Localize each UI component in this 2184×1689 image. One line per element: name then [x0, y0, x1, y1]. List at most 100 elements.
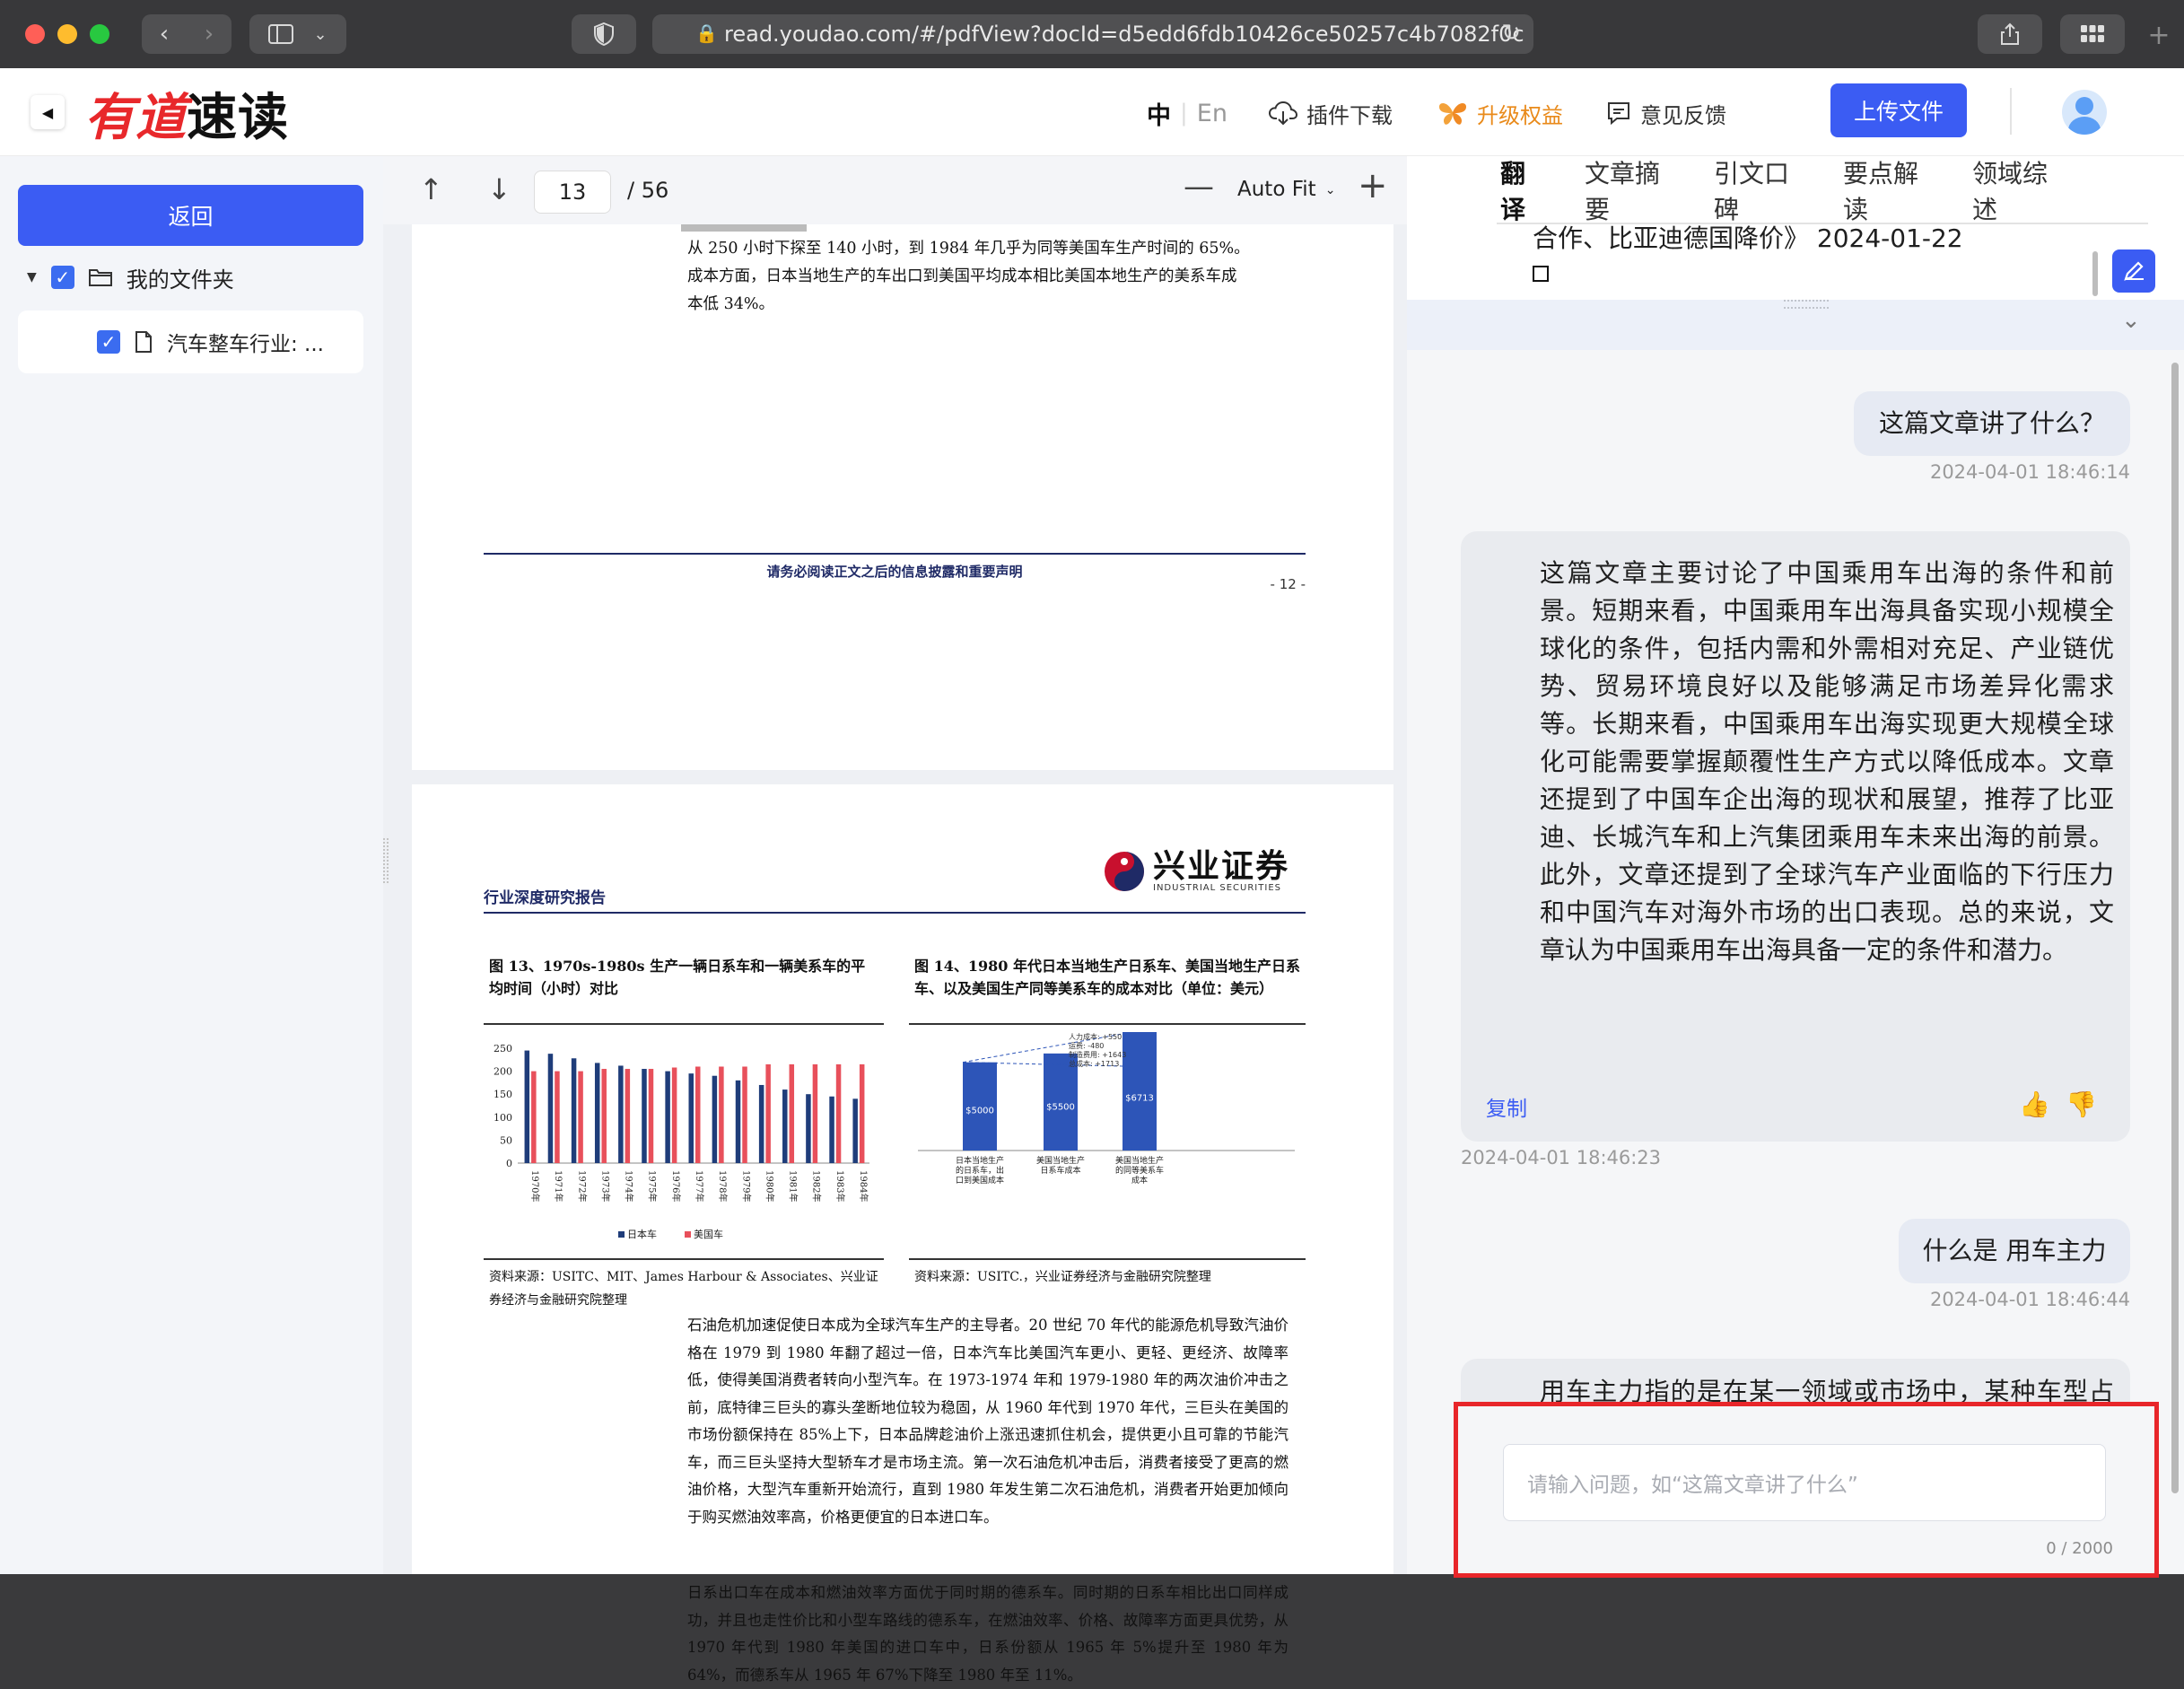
reload-icon[interactable]: ↻ [1501, 20, 1521, 47]
message-timestamp: 2024-04-01 18:46:44 [1929, 1289, 2130, 1310]
plugin-download-button[interactable]: 插件下载 [1269, 97, 1393, 129]
page1-line2: 成本方面，日本当地生产的车出口到美国平均成本相比美国本地生产的美系车成 [687, 267, 1237, 285]
arrow-up-icon[interactable]: ↑ [419, 172, 443, 206]
logo-youdao: 有道 [84, 88, 187, 147]
fig13-rule [484, 1023, 884, 1025]
tab-translate[interactable]: 翻译 [1500, 156, 1545, 228]
y-tick-label: 50 [500, 1134, 512, 1146]
collapse-sidebar-button[interactable]: ◀ [31, 95, 65, 129]
message-timestamp: 2024-04-01 18:46:14 [1929, 461, 2130, 483]
fig14-title: 图 14、1980 年代日本当地生产日系车、美国当地生产日系车、以及美国生产同等… [914, 958, 1300, 997]
lang-en-button[interactable]: En [1197, 100, 1227, 127]
x-tick-label: 1973年 [599, 1170, 611, 1202]
upgrade-label: 升级权益 [1477, 102, 1563, 128]
logo[interactable]: 有道 速读 [84, 84, 289, 147]
annotation-label: 运费: -480 [1069, 1041, 1104, 1050]
fig13-title: 图 13、1970s-1980s 生产一辆日系车和一辆美系车的平均时间（小时）对… [489, 958, 866, 997]
annotation-label: 制造费用: +1643 [1069, 1050, 1126, 1059]
footer-rule [484, 553, 1306, 555]
thumbs-up-icon[interactable]: 👍 [2019, 1090, 2050, 1119]
close-window-button[interactable] [25, 24, 45, 44]
x-tick-label: 1983年 [834, 1170, 846, 1202]
avatar[interactable] [2062, 90, 2107, 135]
brand-en: INDUSTRIAL SECURITIES [1153, 883, 1281, 893]
bar-japan [594, 1063, 600, 1163]
folder-icon [88, 269, 112, 286]
left-splitter-handle[interactable] [383, 838, 389, 883]
fig14-chart: $5000 日本当地生产的日系车，出口到美国成本 $5500 美国当地生产日系车成本 $… [918, 1032, 1295, 1186]
x-tick-label: 1977年 [694, 1170, 705, 1202]
bar-usa [625, 1069, 631, 1163]
caret-down-icon[interactable]: ▼ [27, 270, 37, 284]
privacy-shield-button[interactable] [572, 14, 636, 54]
x-category-label: 成本 [1131, 1175, 1148, 1186]
sidebar-toggle-button[interactable]: ⌄ [249, 14, 346, 54]
cloud-download-icon [1269, 101, 1297, 126]
feature-tabs-area: 翻译 文章摘要 引文口碑 要点解读 领域综述 合作、比亚迪德国降价》 2024-… [1407, 156, 2184, 300]
bar-usa [648, 1069, 654, 1163]
zoom-in-icon[interactable]: + [1358, 165, 1388, 206]
header-rule [484, 912, 1306, 914]
folder-checkbox[interactable]: ✓ [50, 266, 74, 289]
tab-summary[interactable]: 文章摘要 [1585, 156, 1678, 228]
tab-key-points[interactable]: 要点解读 [1843, 156, 1936, 228]
legend-label: 日本车 [627, 1228, 657, 1240]
copy-button[interactable]: 复制 [1486, 1091, 1527, 1122]
thumbs-down-icon[interactable]: 👎 [2066, 1090, 2097, 1119]
reference-scrollbar[interactable] [2092, 251, 2098, 296]
tab-domain-review[interactable]: 领域综述 [1972, 156, 2066, 228]
x-tick-label: 1984年 [858, 1170, 869, 1202]
bar-usa [742, 1066, 747, 1163]
arrow-down-icon[interactable]: ↓ [487, 172, 511, 206]
chevron-down-icon[interactable]: ⌄ [2121, 307, 2141, 334]
tab-citations[interactable]: 引文口碑 [1714, 156, 1807, 228]
document-icon [135, 331, 152, 353]
chat-scrollbar[interactable] [2171, 363, 2179, 1493]
file-label: 汽车整车行业: ... [167, 333, 324, 356]
resize-grip[interactable] [1784, 300, 1829, 309]
bar-usa [812, 1063, 818, 1163]
page-number-input[interactable]: 13 [534, 171, 611, 214]
zoom-out-icon[interactable]: — [1184, 169, 1214, 205]
share-icon [2001, 22, 2019, 45]
zoom-select[interactable]: Auto Fit ⌄ [1237, 178, 1335, 201]
sidebar-icon [268, 24, 294, 44]
industrial-securities-logo-icon [1105, 851, 1144, 891]
upload-file-button[interactable]: 上传文件 [1830, 83, 1967, 137]
chevron-right-icon[interactable]: › [187, 21, 232, 48]
upgrade-button[interactable]: 升级权益 [1437, 97, 1563, 129]
tab-overview-button[interactable] [2060, 14, 2125, 54]
file-checkbox[interactable]: ✓ [97, 330, 120, 354]
minimize-window-button[interactable] [57, 24, 77, 44]
zoom-window-button[interactable] [90, 24, 109, 44]
chevron-down-icon[interactable]: ⌄ [313, 25, 327, 44]
back-button[interactable]: 返回 [18, 185, 363, 246]
annotation-label: 总成本: +1713 [1069, 1059, 1119, 1068]
share-button[interactable] [1978, 14, 2042, 54]
folder-item[interactable]: ▼ ✓ 我的文件夹 [27, 257, 234, 298]
bar-usa [671, 1067, 677, 1163]
x-category-label: 美国当地生产 [1115, 1155, 1164, 1166]
clipped-text [681, 224, 807, 232]
feedback-button[interactable]: 意见反馈 [1606, 97, 1726, 129]
chevron-left-icon[interactable]: ‹ [142, 21, 187, 48]
page1-line1: 从 250 小时下探至 140 小时，到 1984 年几乎为同等美国车生产时间的… [687, 240, 1250, 258]
y-tick-label: 0 [506, 1158, 512, 1169]
report-type: 行业深度研究报告 [484, 889, 606, 907]
x-category-label: 的日系车，出 [956, 1165, 1004, 1176]
x-category-label: 日本当地生产 [956, 1155, 1004, 1166]
x-category-label: 口到美国成本 [956, 1175, 1004, 1186]
question-input[interactable]: 请输入问题，如“这篇文章讲了什么” [1503, 1444, 2106, 1521]
bar-japan [688, 1073, 694, 1163]
url-text: read.youdao.com/#/pdfView?docId=d5edd6fd… [724, 22, 1524, 47]
grid-icon [2081, 25, 2104, 42]
edit-note-button[interactable] [2112, 249, 2155, 293]
file-item[interactable]: ✓ 汽车整车行业: ... [18, 311, 363, 373]
lang-zh-button[interactable]: 中 [1147, 96, 1171, 131]
legend-label: 美国车 [694, 1228, 723, 1240]
pdf-page: 行业深度研究报告 兴业证券 INDUSTRIAL SECURITIES 图 13… [412, 784, 1393, 1684]
address-bar[interactable]: 🔒 read.youdao.com/#/pdfView?docId=d5edd6… [652, 14, 1533, 54]
x-tick-label: 1982年 [811, 1170, 823, 1202]
new-tab-icon[interactable]: + [2143, 20, 2175, 66]
y-tick-label: 200 [494, 1066, 512, 1078]
